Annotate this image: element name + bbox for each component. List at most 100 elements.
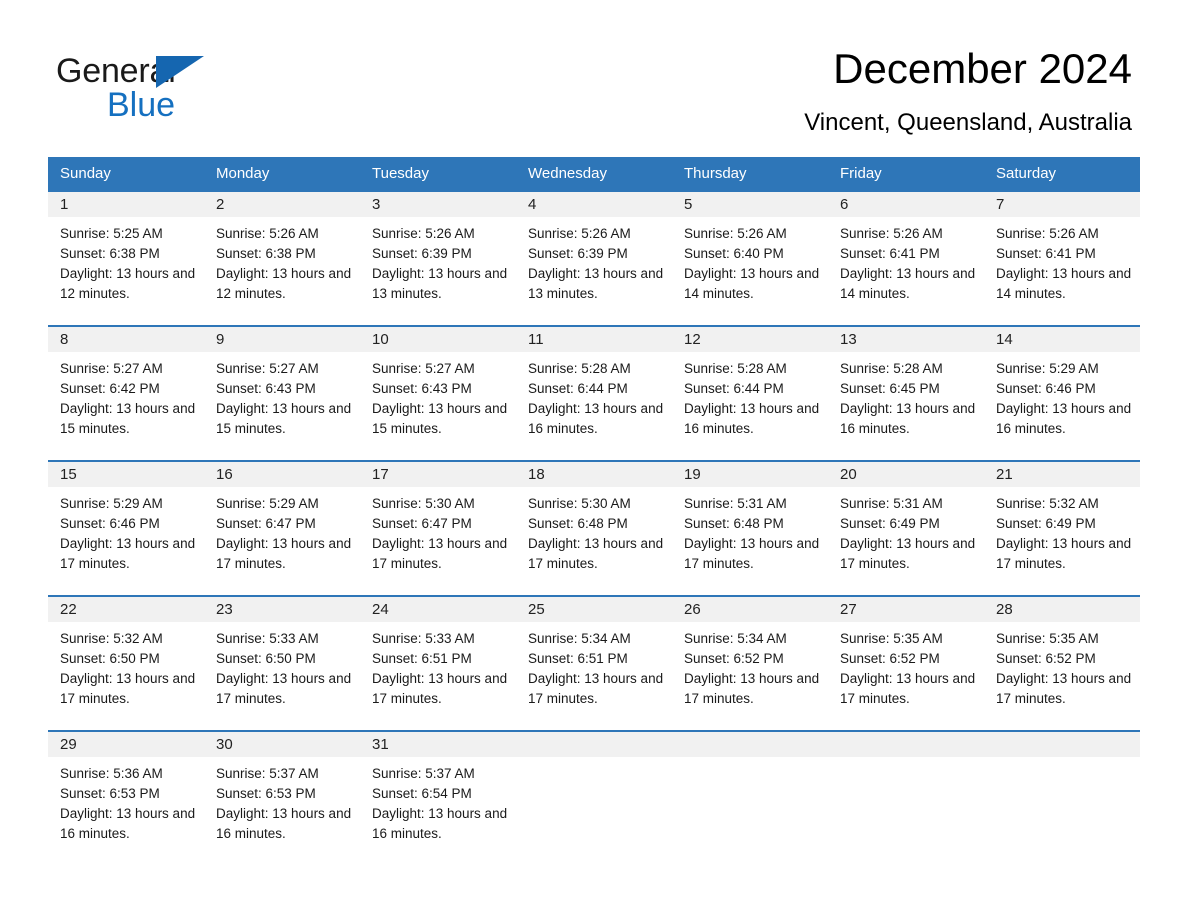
daylight-text: Daylight: 13 hours and 17 minutes. xyxy=(528,536,664,571)
sunrise-text: Sunrise: 5:34 AM xyxy=(684,631,787,646)
page-header: General Blue December 2024 Vincent, Quee… xyxy=(0,0,1188,136)
weekday-friday: Friday xyxy=(840,165,882,182)
day-number: 25 xyxy=(516,597,672,622)
day-cell[interactable]: 25 Sunrise: 5:34 AM Sunset: 6:51 PM Dayl… xyxy=(516,597,672,730)
daylight-text: Daylight: 13 hours and 16 minutes. xyxy=(60,806,196,841)
day-info: Sunrise: 5:35 AM Sunset: 6:52 PM Dayligh… xyxy=(828,622,984,709)
day-number: 21 xyxy=(984,462,1140,487)
day-cell[interactable]: 23 Sunrise: 5:33 AM Sunset: 6:50 PM Dayl… xyxy=(204,597,360,730)
sunrise-text: Sunrise: 5:35 AM xyxy=(996,631,1099,646)
sunrise-text: Sunrise: 5:26 AM xyxy=(840,226,943,241)
day-cell[interactable]: 2 Sunrise: 5:26 AM Sunset: 6:38 PM Dayli… xyxy=(204,192,360,325)
day-info: Sunrise: 5:29 AM Sunset: 6:46 PM Dayligh… xyxy=(984,352,1140,439)
day-cell[interactable]: 24 Sunrise: 5:33 AM Sunset: 6:51 PM Dayl… xyxy=(360,597,516,730)
daylight-text: Daylight: 13 hours and 17 minutes. xyxy=(840,536,976,571)
sunset-text: Sunset: 6:43 PM xyxy=(372,381,472,396)
sunrise-text: Sunrise: 5:37 AM xyxy=(372,766,475,781)
day-info: Sunrise: 5:29 AM Sunset: 6:46 PM Dayligh… xyxy=(48,487,204,574)
sunrise-text: Sunrise: 5:33 AM xyxy=(372,631,475,646)
sunset-text: Sunset: 6:38 PM xyxy=(60,246,160,261)
sunset-text: Sunset: 6:38 PM xyxy=(216,246,316,261)
day-number: 3 xyxy=(360,192,516,217)
sunrise-text: Sunrise: 5:27 AM xyxy=(60,361,163,376)
daylight-text: Daylight: 13 hours and 17 minutes. xyxy=(684,671,820,706)
sunrise-text: Sunrise: 5:29 AM xyxy=(216,496,319,511)
day-cell[interactable]: 14 Sunrise: 5:29 AM Sunset: 6:46 PM Dayl… xyxy=(984,327,1140,460)
sunset-text: Sunset: 6:52 PM xyxy=(684,651,784,666)
sunset-text: Sunset: 6:49 PM xyxy=(996,516,1096,531)
weekday-tuesday: Tuesday xyxy=(372,165,429,182)
day-number: 8 xyxy=(48,327,204,352)
day-cell[interactable]: 27 Sunrise: 5:35 AM Sunset: 6:52 PM Dayl… xyxy=(828,597,984,730)
day-cell[interactable]: 12 Sunrise: 5:28 AM Sunset: 6:44 PM Dayl… xyxy=(672,327,828,460)
day-cell[interactable]: 21 Sunrise: 5:32 AM Sunset: 6:49 PM Dayl… xyxy=(984,462,1140,595)
day-cell[interactable]: 19 Sunrise: 5:31 AM Sunset: 6:48 PM Dayl… xyxy=(672,462,828,595)
day-number: 23 xyxy=(204,597,360,622)
day-info: Sunrise: 5:29 AM Sunset: 6:47 PM Dayligh… xyxy=(204,487,360,574)
day-cell[interactable]: 26 Sunrise: 5:34 AM Sunset: 6:52 PM Dayl… xyxy=(672,597,828,730)
sunrise-text: Sunrise: 5:26 AM xyxy=(684,226,787,241)
day-cell[interactable]: 30 Sunrise: 5:37 AM Sunset: 6:53 PM Dayl… xyxy=(204,732,360,862)
day-info: Sunrise: 5:27 AM Sunset: 6:43 PM Dayligh… xyxy=(360,352,516,439)
daylight-text: Daylight: 13 hours and 14 minutes. xyxy=(840,266,976,301)
day-cell[interactable]: 7 Sunrise: 5:26 AM Sunset: 6:41 PM Dayli… xyxy=(984,192,1140,325)
daylight-text: Daylight: 13 hours and 17 minutes. xyxy=(216,536,352,571)
day-info: Sunrise: 5:26 AM Sunset: 6:41 PM Dayligh… xyxy=(984,217,1140,304)
day-cell[interactable]: 22 Sunrise: 5:32 AM Sunset: 6:50 PM Dayl… xyxy=(48,597,204,730)
day-cell[interactable]: 9 Sunrise: 5:27 AM Sunset: 6:43 PM Dayli… xyxy=(204,327,360,460)
day-cell[interactable]: 28 Sunrise: 5:35 AM Sunset: 6:52 PM Dayl… xyxy=(984,597,1140,730)
week-row: 29 Sunrise: 5:36 AM Sunset: 6:53 PM Dayl… xyxy=(48,730,1140,862)
sunset-text: Sunset: 6:43 PM xyxy=(216,381,316,396)
day-cell-empty xyxy=(828,732,984,862)
day-cell[interactable]: 20 Sunrise: 5:31 AM Sunset: 6:49 PM Dayl… xyxy=(828,462,984,595)
day-cell[interactable]: 5 Sunrise: 5:26 AM Sunset: 6:40 PM Dayli… xyxy=(672,192,828,325)
sunset-text: Sunset: 6:48 PM xyxy=(684,516,784,531)
day-cell[interactable]: 6 Sunrise: 5:26 AM Sunset: 6:41 PM Dayli… xyxy=(828,192,984,325)
sunrise-text: Sunrise: 5:31 AM xyxy=(840,496,943,511)
sunset-text: Sunset: 6:41 PM xyxy=(840,246,940,261)
day-info: Sunrise: 5:26 AM Sunset: 6:39 PM Dayligh… xyxy=(360,217,516,304)
daylight-text: Daylight: 13 hours and 16 minutes. xyxy=(528,401,664,436)
day-info: Sunrise: 5:31 AM Sunset: 6:49 PM Dayligh… xyxy=(828,487,984,574)
day-cell[interactable]: 16 Sunrise: 5:29 AM Sunset: 6:47 PM Dayl… xyxy=(204,462,360,595)
day-cell[interactable]: 17 Sunrise: 5:30 AM Sunset: 6:47 PM Dayl… xyxy=(360,462,516,595)
title-block: December 2024 Vincent, Queensland, Austr… xyxy=(804,44,1132,138)
day-number: 27 xyxy=(828,597,984,622)
sunset-text: Sunset: 6:41 PM xyxy=(996,246,1096,261)
daylight-text: Daylight: 13 hours and 17 minutes. xyxy=(372,536,508,571)
sunset-text: Sunset: 6:54 PM xyxy=(372,786,472,801)
daylight-text: Daylight: 13 hours and 12 minutes. xyxy=(60,266,196,301)
sunset-text: Sunset: 6:53 PM xyxy=(60,786,160,801)
day-cell[interactable]: 3 Sunrise: 5:26 AM Sunset: 6:39 PM Dayli… xyxy=(360,192,516,325)
week-row: 15 Sunrise: 5:29 AM Sunset: 6:46 PM Dayl… xyxy=(48,460,1140,595)
day-info: Sunrise: 5:26 AM Sunset: 6:40 PM Dayligh… xyxy=(672,217,828,304)
daylight-text: Daylight: 13 hours and 17 minutes. xyxy=(996,536,1132,571)
daylight-text: Daylight: 13 hours and 17 minutes. xyxy=(60,536,196,571)
day-cell[interactable]: 18 Sunrise: 5:30 AM Sunset: 6:48 PM Dayl… xyxy=(516,462,672,595)
day-info: Sunrise: 5:28 AM Sunset: 6:44 PM Dayligh… xyxy=(672,352,828,439)
day-cell[interactable]: 31 Sunrise: 5:37 AM Sunset: 6:54 PM Dayl… xyxy=(360,732,516,862)
day-number: 19 xyxy=(672,462,828,487)
day-number: 16 xyxy=(204,462,360,487)
day-cell[interactable]: 15 Sunrise: 5:29 AM Sunset: 6:46 PM Dayl… xyxy=(48,462,204,595)
day-cell[interactable]: 1 Sunrise: 5:25 AM Sunset: 6:38 PM Dayli… xyxy=(48,192,204,325)
day-cell[interactable]: 13 Sunrise: 5:28 AM Sunset: 6:45 PM Dayl… xyxy=(828,327,984,460)
day-cell[interactable]: 11 Sunrise: 5:28 AM Sunset: 6:44 PM Dayl… xyxy=(516,327,672,460)
daylight-text: Daylight: 13 hours and 13 minutes. xyxy=(528,266,664,301)
day-cell[interactable]: 8 Sunrise: 5:27 AM Sunset: 6:42 PM Dayli… xyxy=(48,327,204,460)
day-cell[interactable]: 29 Sunrise: 5:36 AM Sunset: 6:53 PM Dayl… xyxy=(48,732,204,862)
sunrise-text: Sunrise: 5:30 AM xyxy=(372,496,475,511)
week-row: 8 Sunrise: 5:27 AM Sunset: 6:42 PM Dayli… xyxy=(48,325,1140,460)
day-info: Sunrise: 5:30 AM Sunset: 6:48 PM Dayligh… xyxy=(516,487,672,574)
daylight-text: Daylight: 13 hours and 16 minutes. xyxy=(840,401,976,436)
day-number: 29 xyxy=(48,732,204,757)
day-info: Sunrise: 5:33 AM Sunset: 6:51 PM Dayligh… xyxy=(360,622,516,709)
day-cell[interactable]: 10 Sunrise: 5:27 AM Sunset: 6:43 PM Dayl… xyxy=(360,327,516,460)
day-info: Sunrise: 5:31 AM Sunset: 6:48 PM Dayligh… xyxy=(672,487,828,574)
sunrise-text: Sunrise: 5:26 AM xyxy=(528,226,631,241)
generalblue-logo[interactable]: General Blue xyxy=(56,52,276,124)
day-info: Sunrise: 5:37 AM Sunset: 6:53 PM Dayligh… xyxy=(204,757,360,844)
logo-triangle-icon xyxy=(156,56,204,88)
day-cell[interactable]: 4 Sunrise: 5:26 AM Sunset: 6:39 PM Dayli… xyxy=(516,192,672,325)
sunrise-text: Sunrise: 5:33 AM xyxy=(216,631,319,646)
